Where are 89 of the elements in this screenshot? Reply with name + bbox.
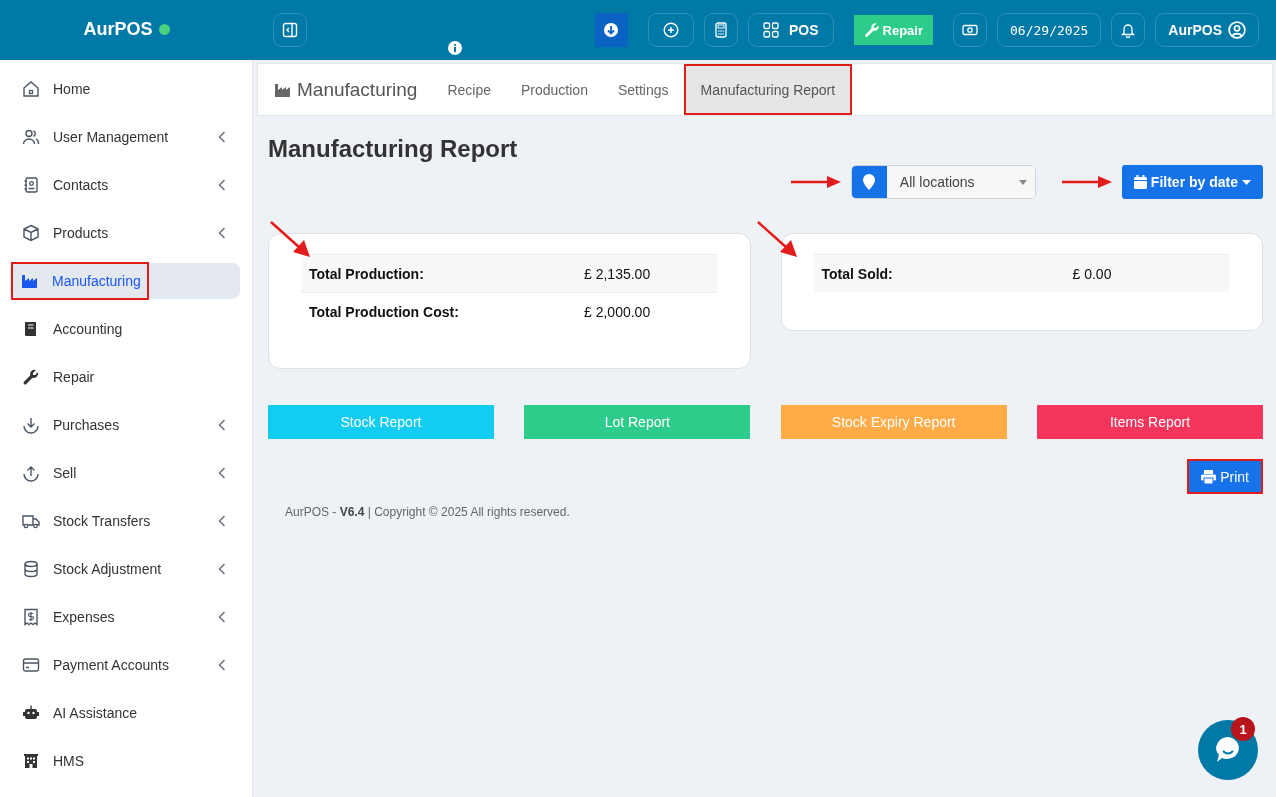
report-button[interactable]: Items Report [1037,405,1263,439]
dropdown-caret-icon [1018,179,1027,185]
sidebar-item-label[interactable]: Purchases [53,417,120,433]
nav-tab[interactable]: Production [506,64,603,115]
sidebar-item-label[interactable]: Products [53,225,109,241]
stat-value: £ 2,000.00 [584,303,651,320]
pos-button[interactable]: POS [748,13,834,47]
calculator-icon [713,22,729,38]
wrench-icon [22,368,40,386]
grid-icon [763,22,779,38]
nav-tab[interactable]: Manufacturing Report [683,64,853,115]
sidebar-item[interactable]: Purchases [10,401,240,449]
sidebar-toggle-button[interactable] [273,13,307,47]
money-icon [962,22,979,38]
page-title: Manufacturing Report [268,135,519,164]
chat-button[interactable]: 1 [1198,720,1258,780]
sidebar-item[interactable]: Stock Transfers [10,497,240,545]
factory-icon [21,272,39,290]
sidebar-item[interactable]: Sell [10,449,240,497]
notifications-button[interactable] [1111,13,1146,47]
sidebar-item[interactable]: Repair [10,353,240,401]
user-circle-icon [1228,21,1246,39]
plus-circle-icon [663,22,679,38]
map-pin-icon [863,174,876,190]
nav-tab[interactable]: Recipe [432,64,506,115]
sidebar-item[interactable]: Stock Adjustment [10,545,240,593]
sidebar-item-label[interactable]: Payment Accounts [53,657,169,673]
cash-register-button[interactable] [953,13,988,47]
sidebar-item[interactable]: Manufacturing [10,263,240,299]
download-icon [22,416,40,434]
sidebar-item[interactable]: Expenses [10,593,240,641]
location-select[interactable]: All locations [850,165,1036,199]
module-title: Manufacturing [297,78,418,101]
wrench-icon [863,22,880,38]
upload-icon [22,464,40,482]
download-icon [603,22,620,38]
info-icon[interactable] [448,41,462,55]
receipt-icon [22,608,40,626]
calendar-icon [1133,175,1147,189]
sidebar-item[interactable]: HMS [10,737,240,785]
sidebar-item-label[interactable]: Expenses [53,609,115,625]
brand-name: AurPOS [83,18,153,40]
address-book-icon [22,176,40,194]
sidebar-item[interactable]: Payment Accounts [10,641,240,689]
sidebar-item-label[interactable]: Stock Transfers [53,513,151,529]
sidebar-item[interactable]: Products [10,209,240,257]
users-icon [22,128,40,146]
sidebar-item[interactable]: Home [10,65,240,113]
stat-value: £ 2,135.00 [584,265,651,282]
database-icon [22,560,40,578]
print-button[interactable]: Print [1187,459,1263,494]
sidebar-item-label[interactable]: User Management [53,129,169,145]
add-button[interactable] [648,13,694,47]
caret-down-icon [1242,179,1251,185]
stat-label: Total Production: [309,265,425,282]
robot-icon [22,704,40,722]
stat-label: Total Production Cost: [309,303,460,320]
building-icon [22,752,40,770]
panel-icon [282,22,298,38]
bell-icon [1120,22,1137,38]
sidebar-item-label[interactable]: HMS [53,753,85,769]
sidebar-item[interactable]: AI Assistance [10,689,240,737]
date-button[interactable]: 06/29/2025 [997,13,1102,47]
sidebar-item[interactable]: Contacts [10,161,240,209]
footer-text: AurPOS - V6.4 | Copyright © 2025 All rights reserved. [284,505,571,519]
sidebar-item-label[interactable]: Sell [53,465,77,481]
sidebar-item-label[interactable]: Home [53,81,91,97]
box-icon [22,224,40,242]
stat-value: £ 0.00 [1072,265,1112,282]
sidebar-item-label[interactable]: Contacts [53,177,109,193]
sidebar-item-label[interactable]: Repair [53,369,95,385]
user-menu-button[interactable]: AurPOS [1155,13,1259,47]
sidebar-item[interactable]: User Management [10,113,240,161]
nav-tab[interactable]: Settings [602,64,684,115]
home-icon [22,80,40,98]
notification-badge: 1 [1231,717,1255,741]
credit-card-icon [22,656,40,674]
sidebar-item[interactable]: Accounting [10,305,240,353]
sidebar-item-label[interactable]: Stock Adjustment [53,561,162,577]
sidebar-item-label[interactable]: Manufacturing [52,273,141,289]
sidebar-item-label[interactable]: AI Assistance [53,705,138,721]
filter-by-date-button[interactable]: Filter by date [1121,165,1263,199]
truck-icon [22,512,40,530]
stat-label: Total Sold: [821,265,894,282]
select-value: All locations [899,174,975,190]
calculator-button[interactable] [704,13,738,47]
printer-icon [1201,469,1217,484]
download-button[interactable] [595,13,628,47]
sidebar-item-label[interactable]: Accounting [53,321,123,337]
